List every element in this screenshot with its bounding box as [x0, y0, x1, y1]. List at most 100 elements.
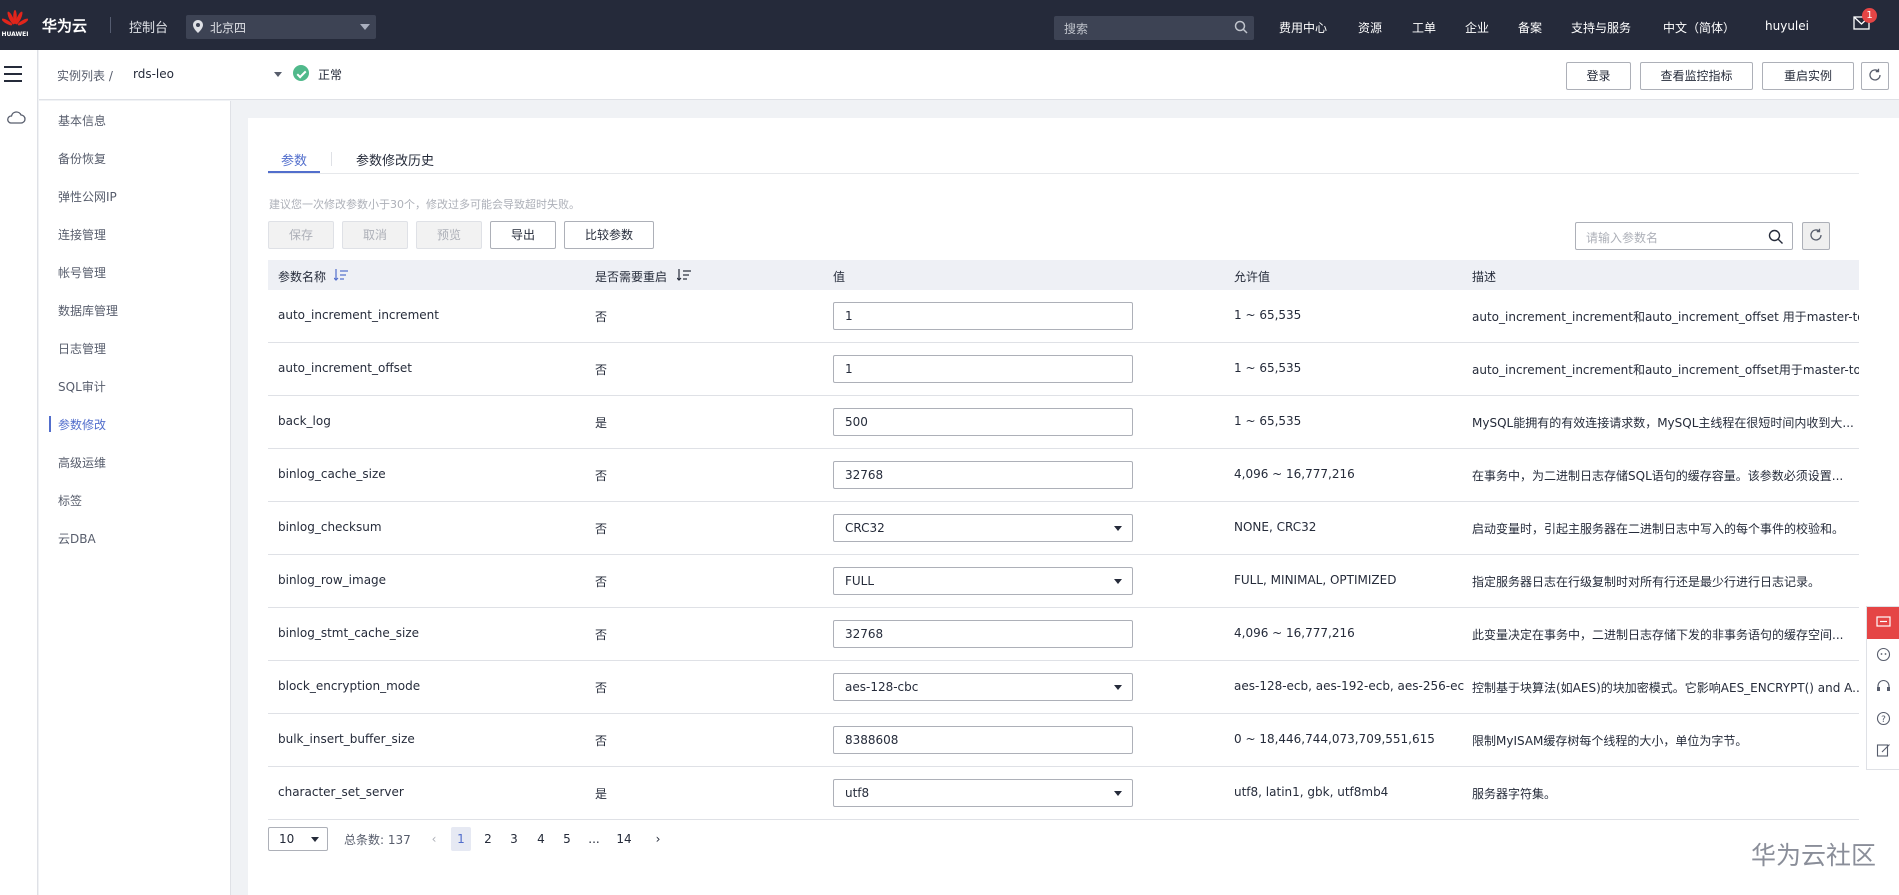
- menu-icon[interactable]: [4, 66, 22, 87]
- cloud-icon[interactable]: [6, 110, 26, 124]
- compare-parameters-button[interactable]: 比较参数: [564, 221, 654, 249]
- logo-text: HUAWEI: [1, 31, 29, 38]
- breadcrumb[interactable]: 实例列表 /: [57, 67, 113, 84]
- feedback-button[interactable]: [1867, 607, 1899, 639]
- param-description: auto_increment_increment和auto_increment_…: [1472, 310, 1859, 324]
- param-value-input[interactable]: 32768: [833, 620, 1133, 648]
- sidebar-item-accounts[interactable]: 帐号管理: [58, 264, 106, 281]
- instance-switch-caret-icon[interactable]: [274, 72, 282, 77]
- active-indicator: [49, 416, 51, 432]
- page-ellipsis[interactable]: ...: [584, 827, 604, 851]
- edit-icon[interactable]: [1876, 743, 1891, 758]
- page-2[interactable]: 2: [478, 827, 498, 851]
- sidebar-item-parameters[interactable]: 参数修改: [58, 416, 106, 433]
- tab-parameters[interactable]: 参数: [281, 150, 307, 169]
- sidebar-item-eip[interactable]: 弹性公网IP: [58, 188, 117, 205]
- page-1[interactable]: 1: [451, 827, 471, 851]
- param-value-select[interactable]: aes-128-cbc: [833, 673, 1133, 701]
- console-link[interactable]: 控制台: [129, 17, 168, 36]
- sort-icon[interactable]: [334, 269, 348, 281]
- sort-icon[interactable]: [677, 269, 691, 281]
- table-refresh-button[interactable]: [1802, 222, 1830, 250]
- param-name: character_set_server: [278, 785, 404, 799]
- param-description: 指定服务器日志在行级复制时对所有行还是最少行进行日志记录。: [1472, 575, 1821, 589]
- param-description: auto_increment_increment和auto_increment_…: [1472, 363, 1859, 377]
- sidebar-item-basic-info[interactable]: 基本信息: [58, 112, 106, 129]
- global-search-input[interactable]: 搜索: [1054, 16, 1254, 40]
- service-icon[interactable]: [1876, 647, 1891, 662]
- sidebar-item-cloud-dba[interactable]: 云DBA: [58, 530, 96, 547]
- nav-enterprise[interactable]: 企业: [1465, 19, 1489, 36]
- export-button[interactable]: 导出: [490, 221, 556, 249]
- nav-support[interactable]: 支持与服务: [1571, 19, 1631, 36]
- tab-parameter-history[interactable]: 参数修改历史: [356, 150, 434, 169]
- param-description: 启动变量时，引起主服务器在二进制日志中写入的每个事件的校验和。: [1472, 522, 1845, 536]
- sidebar-item-databases[interactable]: 数据库管理: [58, 302, 118, 319]
- service-icon-strip: [0, 50, 38, 895]
- table-row: binlog_stmt_cache_size 否 32768 4,096 ~ 1…: [268, 608, 1859, 661]
- sidebar-item-connection[interactable]: 连接管理: [58, 226, 106, 243]
- active-tab-underline: [268, 171, 320, 173]
- sidebar-item-logs[interactable]: 日志管理: [58, 340, 106, 357]
- brand-title[interactable]: 华为云: [42, 15, 87, 36]
- huawei-logo[interactable]: HUAWEI: [0, 0, 30, 50]
- select-value: aes-128-cbc: [845, 680, 919, 694]
- search-icon[interactable]: [1768, 229, 1784, 245]
- search-icon[interactable]: [1234, 20, 1249, 35]
- page-14[interactable]: 14: [614, 827, 634, 851]
- table-row: back_log 是 500 1 ~ 65,535 MySQL能拥有的有效连接请…: [268, 396, 1859, 449]
- page-3[interactable]: 3: [504, 827, 524, 851]
- prev-page-button[interactable]: ‹: [424, 827, 444, 851]
- page-size-value: 10: [279, 832, 295, 846]
- nav-tickets[interactable]: 工单: [1412, 19, 1436, 36]
- nav-billing[interactable]: 费用中心: [1279, 19, 1327, 36]
- allowed-values: 1 ~ 65,535: [1234, 414, 1302, 428]
- nav-language[interactable]: 中文（简体）: [1663, 19, 1735, 36]
- page-5[interactable]: 5: [557, 827, 577, 851]
- nav-username[interactable]: huyulei: [1765, 19, 1809, 33]
- allowed-values: 1 ~ 65,535: [1234, 308, 1302, 322]
- next-page-button[interactable]: ›: [648, 827, 668, 851]
- breadcrumb-parent[interactable]: 实例列表: [57, 69, 105, 83]
- param-name: block_encryption_mode: [278, 679, 421, 693]
- parameter-search-input[interactable]: 请输入参数名: [1575, 222, 1793, 250]
- param-value-input[interactable]: 32768: [833, 461, 1133, 489]
- save-button[interactable]: 保存: [268, 221, 334, 249]
- param-description: 限制MyISAM缓存树每个线程的大小，单位为字节。: [1472, 734, 1748, 748]
- chevron-down-icon: [1114, 579, 1122, 584]
- restart-instance-button[interactable]: 重启实例: [1762, 62, 1854, 90]
- cancel-button[interactable]: 取消: [342, 221, 408, 249]
- sidebar-item-backup[interactable]: 备份恢复: [58, 150, 106, 167]
- table-row: binlog_cache_size 否 32768 4,096 ~ 16,777…: [268, 449, 1859, 502]
- headset-icon[interactable]: [1876, 679, 1891, 694]
- region-selector[interactable]: 北京四: [186, 15, 376, 39]
- instance-header: 实例列表 / rds-leo 正常 登录 查看监控指标 重启实例: [39, 50, 1899, 100]
- mail-badge: 1: [1862, 8, 1877, 23]
- page-size-select[interactable]: 10: [268, 827, 328, 851]
- sidebar-item-advanced-ops[interactable]: 高级运维: [58, 454, 106, 471]
- param-value-select[interactable]: FULL: [833, 567, 1133, 595]
- sidebar-item-sql-audit[interactable]: SQL审计: [58, 378, 106, 395]
- sidebar-item-tags[interactable]: 标签: [58, 492, 82, 509]
- param-name: back_log: [278, 414, 331, 428]
- region-name: 北京四: [210, 21, 247, 35]
- param-value-select[interactable]: CRC32: [833, 514, 1133, 542]
- param-name: auto_increment_increment: [278, 308, 439, 322]
- top-navbar: HUAWEI 华为云 控制台 北京四 搜索 费用中心 资源 工单 企业 备案 支…: [0, 0, 1899, 50]
- param-value-input[interactable]: 1: [833, 302, 1133, 330]
- chevron-down-icon: [1114, 791, 1122, 796]
- param-value-input[interactable]: 500: [833, 408, 1133, 436]
- refresh-button[interactable]: [1861, 62, 1889, 90]
- param-value-input[interactable]: 8388608: [833, 726, 1133, 754]
- help-icon[interactable]: ?: [1876, 711, 1891, 726]
- nav-icp-filing[interactable]: 备案: [1518, 19, 1542, 36]
- view-metrics-button[interactable]: 查看监控指标: [1640, 62, 1753, 90]
- refresh-icon: [1869, 68, 1881, 81]
- param-value-input[interactable]: 1: [833, 355, 1133, 383]
- total-count: 总条数: 137: [344, 833, 411, 847]
- preview-button[interactable]: 预览: [416, 221, 482, 249]
- page-4[interactable]: 4: [531, 827, 551, 851]
- login-button[interactable]: 登录: [1566, 62, 1631, 90]
- param-value-select[interactable]: utf8: [833, 779, 1133, 807]
- nav-resources[interactable]: 资源: [1358, 19, 1382, 36]
